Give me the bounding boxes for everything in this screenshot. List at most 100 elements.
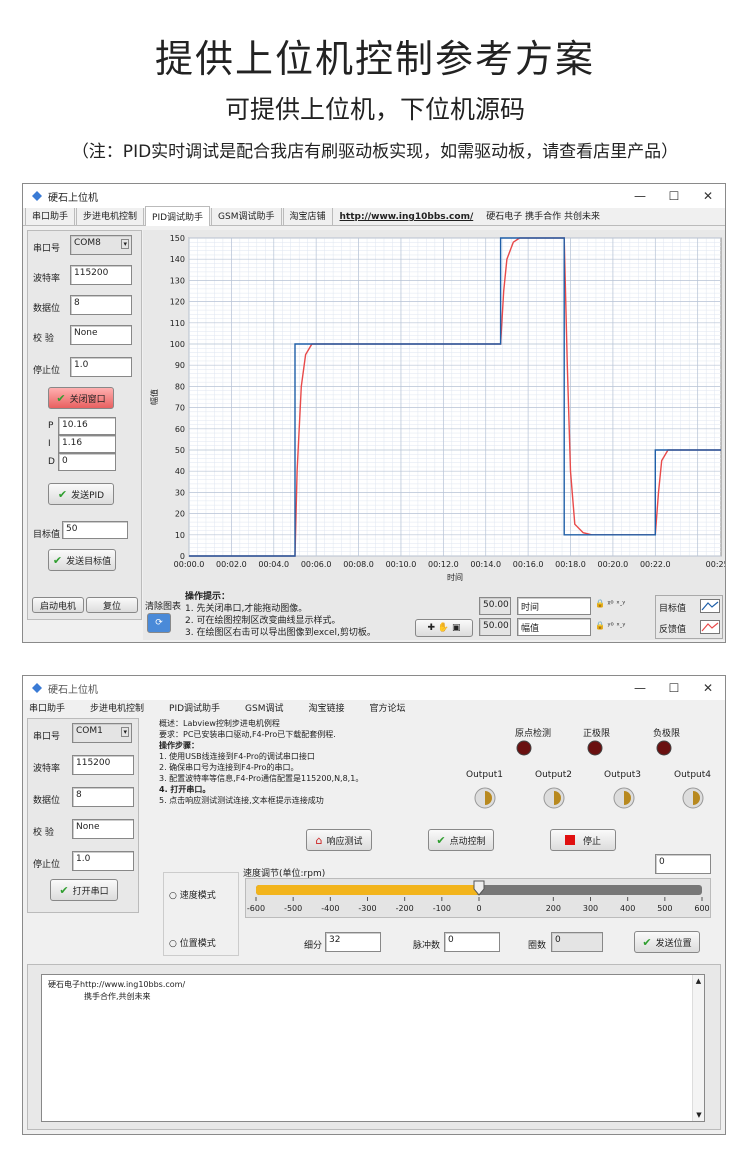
y-tick-label: 50 [175, 446, 185, 455]
i-field[interactable]: 1.16 [58, 435, 116, 453]
tab-website-link[interactable]: http://www.ing10bbs.com/ [333, 209, 480, 225]
menu-forum[interactable]: 官方论坛 [370, 701, 406, 714]
scale-value-2[interactable]: 50.00 [479, 618, 511, 636]
tip-3: 3. 在绘图区右击可以导出图像到excel,剪切板。 [185, 628, 376, 638]
tab-stepper[interactable]: 步进电机控制 [76, 205, 145, 225]
y-tick-label: 130 [170, 276, 185, 285]
speed-value-field[interactable]: 0 [655, 854, 711, 874]
reset-button[interactable]: 复位 [86, 597, 138, 613]
chevron-down-icon[interactable]: ▾ [121, 239, 129, 249]
target-label: 目标值 [33, 530, 61, 540]
desc-line: 2. 确保串口号为连接到F4-Pro的串口。 [159, 763, 299, 772]
menu-taobao[interactable]: 淘宝链接 [309, 701, 345, 714]
p-field[interactable]: 10.16 [58, 417, 116, 435]
subdivision-label: 细分 [304, 941, 323, 951]
desc-line: 操作步骤： [159, 741, 199, 750]
check-icon: ✔ [59, 883, 69, 897]
port-select[interactable]: COM1 ▾ [72, 723, 132, 743]
chevron-down-icon[interactable]: ▾ [121, 727, 129, 737]
slider-tick-label: 500 [657, 904, 672, 913]
speed-mode-radio[interactable]: ○ 速度模式 [169, 888, 216, 901]
legend-target: 目标值 [659, 604, 687, 614]
menu-stepper[interactable]: 步进电机控制 [90, 701, 144, 714]
x-axis-name[interactable]: 时间 [517, 597, 591, 615]
baud-label: 波特率 [33, 764, 61, 774]
close-icon[interactable]: ✕ [691, 184, 725, 208]
y-scale-tools-icon[interactable]: 🔒 ʸ⁰ ˣ.ʸ [595, 621, 625, 630]
radio-icon[interactable]: ○ [169, 891, 177, 901]
minimize-icon[interactable]: — [623, 184, 657, 208]
minimize-icon[interactable]: — [623, 676, 657, 700]
window-titlebar: 硬石上位机 — ☐ ✕ [23, 676, 725, 700]
position-mode-radio[interactable]: ○ 位置模式 [169, 936, 216, 949]
stopbits-field[interactable]: 1.0 [72, 851, 134, 871]
p-label: P [48, 421, 54, 431]
output4-toggle-icon[interactable] [681, 786, 705, 810]
refresh-icon[interactable]: ⟳ [147, 613, 171, 633]
maximize-icon[interactable]: ☐ [657, 676, 691, 700]
open-port-button[interactable]: ✔ 打开串口 [50, 879, 118, 901]
output3-toggle-icon[interactable] [612, 786, 636, 810]
menu-pid[interactable]: PID调试助手 [169, 701, 220, 714]
output3-label: Output3 [604, 770, 641, 780]
pulse-label: 脉冲数 [413, 941, 441, 951]
window-titlebar: 硬石上位机 — ☐ ✕ [23, 184, 725, 208]
scroll-down-icon[interactable]: ▼ [693, 1109, 705, 1121]
output1-toggle-icon[interactable] [473, 786, 497, 810]
graph-tools[interactable]: ✚ ✋ ▣ [415, 619, 473, 637]
stopbits-field[interactable]: 1.0 [70, 357, 132, 377]
jog-control-button[interactable]: ✔ 点动控制 [428, 829, 494, 851]
output2-toggle-icon[interactable] [542, 786, 566, 810]
parity-field[interactable]: None [72, 819, 134, 839]
send-target-button[interactable]: ✔ 发送目标值 [48, 549, 116, 571]
tab-pid[interactable]: PID调试助手 [145, 206, 211, 226]
stop-button[interactable]: 停止 [550, 829, 616, 851]
scale-value-1[interactable]: 50.00 [479, 597, 511, 615]
port-select[interactable]: COM8 ▾ [70, 235, 132, 255]
chart-area[interactable]: 0 10 20 30 40 50 60 70 80 90 100 110 120 130 140 150 00:… [143, 230, 736, 595]
slider-tick-label: 0 [476, 904, 481, 913]
close-icon[interactable]: ✕ [691, 676, 725, 700]
parity-field[interactable]: None [70, 325, 132, 345]
pid-chart[interactable]: 010203040506070809010011012013014015000:… [143, 230, 736, 595]
speed-slider[interactable]: -600 -500 -400 -300 -200 -100 0 200 300 400 500 600 [245, 878, 711, 918]
cursor-tool-icon[interactable]: ✚ ✋ ▣ [428, 623, 461, 633]
tab-gsm[interactable]: GSM调试助手 [211, 205, 282, 225]
start-motor-button[interactable]: 启动电机 [32, 597, 84, 613]
maximize-icon[interactable]: ☐ [657, 184, 691, 208]
close-port-button[interactable]: ✔ 关闭窗口 [48, 387, 114, 409]
response-test-button[interactable]: ⌂ 响应测试 [306, 829, 372, 851]
baud-field[interactable]: 115200 [70, 265, 132, 285]
menu-serial[interactable]: 串口助手 [29, 701, 65, 714]
y-tick-label: 40 [175, 467, 185, 476]
log-textarea[interactable]: 硬石电子http://www.ing10bbs.com/ 携手合作,共创未来 ▲… [41, 974, 705, 1122]
x-scale-tools-icon[interactable]: 🔒 ᵡ⁰ ˣ.ʸ [595, 599, 625, 608]
scrollbar[interactable]: ▲ ▼ [692, 975, 704, 1121]
subdivision-field[interactable]: 32 [325, 932, 381, 952]
radio-icon[interactable]: ○ [169, 939, 177, 949]
baud-field[interactable]: 115200 [72, 755, 134, 775]
menu-gsm[interactable]: GSM调试 [245, 701, 283, 714]
databits-field[interactable]: 8 [70, 295, 132, 315]
slider-tick-label: -100 [433, 904, 451, 913]
databits-field[interactable]: 8 [72, 787, 134, 807]
target-field[interactable]: 50 [62, 521, 128, 539]
legend-feedback-swatch [700, 620, 720, 634]
send-pid-button[interactable]: ✔ 发送PID [48, 483, 114, 505]
tab-serial[interactable]: 串口助手 [25, 205, 76, 225]
tab-slogan: 硬石电子 携手合作 共创未来 [480, 206, 606, 225]
databits-label: 数据位 [33, 796, 61, 806]
x-tick-label: 00:12.0 [428, 560, 459, 569]
speed-slider-track[interactable]: -600 -500 -400 -300 -200 -100 0 200 300 400 500 600 [246, 879, 712, 919]
send-position-button[interactable]: ✔ 发送位置 [634, 931, 700, 953]
d-label: D [48, 457, 55, 467]
led-label-neg-limit: 负极限 [653, 729, 681, 739]
d-field[interactable]: 0 [58, 453, 116, 471]
y-tick-label: 90 [175, 361, 185, 370]
scroll-up-icon[interactable]: ▲ [693, 975, 704, 987]
tab-taobao[interactable]: 淘宝店铺 [282, 205, 333, 225]
slider-fill [256, 885, 479, 895]
pulse-field[interactable]: 0 [444, 932, 500, 952]
app-icon [32, 683, 42, 693]
y-axis-name[interactable]: 幅值 [517, 618, 591, 636]
